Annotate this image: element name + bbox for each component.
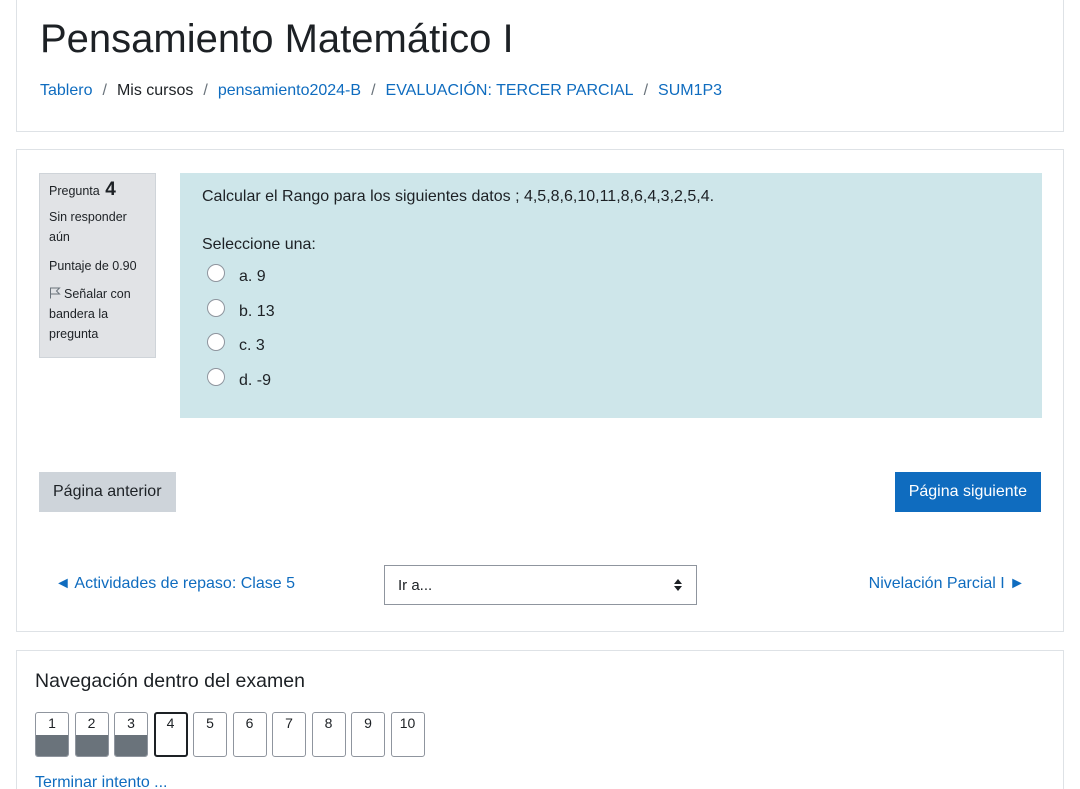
breadcrumb: Tablero / Mis cursos / pensamiento2024-B / EVA… xyxy=(40,82,722,100)
answer-prompt: Seleccione una: xyxy=(202,236,316,253)
answer-label: b. 13 xyxy=(239,302,275,320)
answer-radio[interactable] xyxy=(207,264,225,283)
quiz-nav-question-2[interactable]: 2 xyxy=(74,712,109,757)
breadcrumb-item[interactable]: Tablero xyxy=(40,82,92,100)
finish-attempt-link[interactable]: Terminar intento ... xyxy=(35,774,168,789)
flag-outline-icon xyxy=(50,287,61,299)
quiz-nav-number: 3 xyxy=(127,715,135,731)
quiz-nav-number: 9 xyxy=(364,715,372,731)
answer-label: d. -9 xyxy=(239,371,272,389)
answer-options: a. 9 b. 13 c. 3 d. -9 xyxy=(202,260,1020,398)
jump-select-value: Ir a... xyxy=(398,576,433,594)
breadcrumb-item[interactable]: pensamiento2024-B xyxy=(218,82,361,100)
answered-indicator xyxy=(75,735,108,756)
quiz-nav-question-10[interactable]: 10 xyxy=(390,712,425,757)
answer-radio[interactable] xyxy=(207,298,225,317)
quiz-nav-number: 2 xyxy=(87,715,96,731)
quiz-navigation: Navegación dentro del examen 1 2 3 4 5 6 7 8 9 10… xyxy=(16,650,1064,789)
question-state: Sin responder aún xyxy=(49,210,127,244)
previous-activity-link[interactable]: ◄ Actividades de repaso: Clase 5 xyxy=(55,575,295,593)
flag-question-toggle[interactable]: Señalar con bandera la pregunta xyxy=(49,284,146,344)
answer-option[interactable]: a. 9 xyxy=(207,260,1020,295)
quiz-nav-number: 7 xyxy=(285,715,293,731)
breadcrumb-item: Mis cursos xyxy=(116,82,194,99)
quiz-nav-number: 4 xyxy=(166,715,175,731)
question-grade: Puntaje de 0.90 xyxy=(49,259,137,273)
breadcrumb-item[interactable]: EVALUACIÓN: TERCER PARCIAL xyxy=(386,82,634,100)
quiz-nav-number: 1 xyxy=(48,715,56,731)
quiz-nav-question-4[interactable]: 4 xyxy=(153,712,188,757)
answer-option[interactable]: b. 13 xyxy=(207,295,1020,330)
answer-option[interactable]: c. 3 xyxy=(207,329,1020,364)
breadcrumb-separator: / xyxy=(371,82,376,99)
answered-indicator xyxy=(36,735,68,756)
select-arrows-icon xyxy=(674,579,682,591)
answer-label: a. 9 xyxy=(239,268,266,286)
quiz-nav-number: 10 xyxy=(399,715,416,731)
next-activity-link[interactable]: Nivelación Parcial I ► xyxy=(869,575,1025,593)
flag-question-label: Señalar con bandera la pregunta xyxy=(49,287,131,341)
question-info: Pregunta 4 Sin responder aún Puntaje de … xyxy=(39,173,156,358)
previous-page-button[interactable]: Página anterior xyxy=(39,472,176,512)
quiz-page: Pregunta 4 Sin responder aún Puntaje de … xyxy=(16,149,1064,632)
question-label: Pregunta xyxy=(49,184,100,198)
breadcrumb-separator: / xyxy=(643,82,649,99)
quiz-nav-number: 6 xyxy=(245,715,254,731)
quiz-nav-question-7[interactable]: 7 xyxy=(272,712,306,757)
quiz-nav-number: 5 xyxy=(206,715,214,731)
question-text: Calcular el Rango para los siguientes da… xyxy=(202,188,715,205)
answered-indicator xyxy=(115,735,147,756)
quiz-nav-question-3[interactable]: 3 xyxy=(114,712,148,757)
answer-radio[interactable] xyxy=(207,333,225,352)
answer-label: c. 3 xyxy=(239,337,265,355)
next-page-button[interactable]: Página siguiente xyxy=(894,472,1041,512)
answer-option[interactable]: d. -9 xyxy=(207,364,1020,399)
quiz-navigation-title: Navegación dentro del examen xyxy=(35,670,305,692)
question-number-value: 4 xyxy=(105,179,116,200)
page-title: Pensamiento Matemático I xyxy=(40,17,514,61)
quiz-nav-question-5[interactable]: 5 xyxy=(193,712,227,757)
answer-radio[interactable] xyxy=(207,367,225,386)
question-content: Calcular el Rango para los siguientes da… xyxy=(180,173,1042,418)
quiz-nav-number: 8 xyxy=(324,715,333,731)
quiz-nav-question-1[interactable]: 1 xyxy=(35,712,69,757)
page-header: Pensamiento Matemático I Tablero / Mis cur… xyxy=(16,0,1064,132)
breadcrumb-item[interactable]: SUM1P3 xyxy=(658,82,722,100)
quiz-nav-question-6[interactable]: 6 xyxy=(232,712,267,757)
breadcrumb-separator: / xyxy=(203,82,208,99)
quiz-nav-question-8[interactable]: 8 xyxy=(311,712,346,757)
question-number: Pregunta 4 xyxy=(49,180,146,201)
question-buttons: 1 2 3 4 5 6 7 8 9 10 xyxy=(35,712,430,757)
jump-to-activity-select[interactable]: Ir a... xyxy=(384,565,697,605)
quiz-nav-question-9[interactable]: 9 xyxy=(351,712,385,757)
breadcrumb-separator: / xyxy=(102,82,107,99)
